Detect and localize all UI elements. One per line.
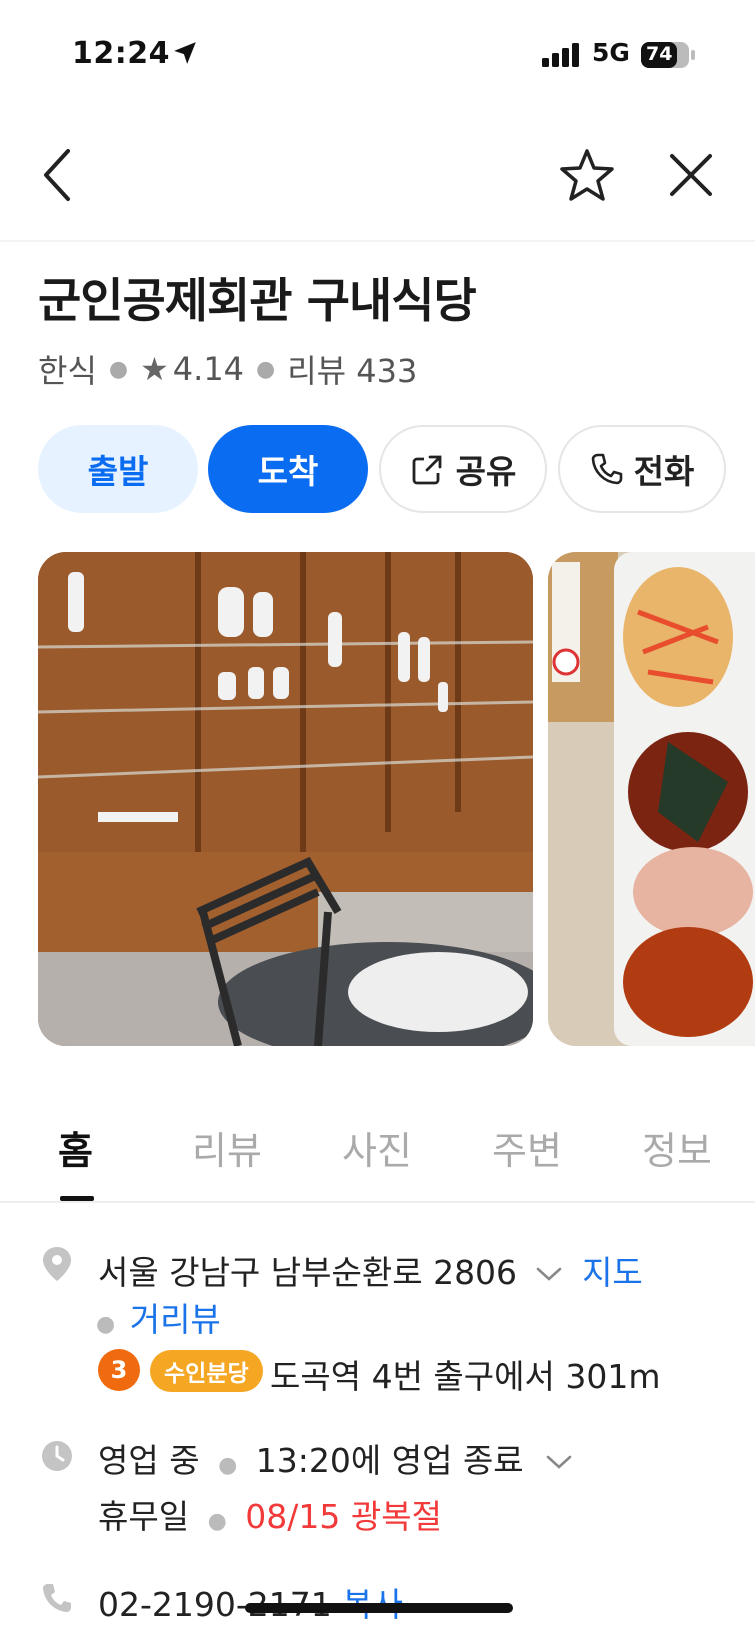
call-button[interactable]: 전화: [558, 425, 726, 513]
separator-dot: ●: [108, 356, 129, 382]
close-icon[interactable]: [666, 150, 716, 200]
map-link[interactable]: 지도: [582, 1253, 643, 1292]
subway-direction: 도곡역 4번 출구에서 301m: [270, 1357, 661, 1396]
tab-reviews[interactable]: 리뷰: [192, 1120, 262, 1175]
share-button[interactable]: 공유: [379, 425, 547, 513]
holiday-label: 휴무일: [98, 1497, 190, 1536]
food-photo-image: [548, 552, 755, 1046]
place-rating[interactable]: 4.14: [173, 350, 244, 388]
hours-close: 13:20에 영업 종료: [255, 1441, 524, 1480]
tab-divider: [0, 1201, 755, 1203]
tab-home[interactable]: 홈: [58, 1120, 93, 1175]
share-icon: [412, 455, 442, 485]
address-row: 서울 강남구 남부순환로 2806 지도: [98, 1246, 643, 1294]
hours-status: 영업 중: [98, 1441, 200, 1480]
phone-icon: [591, 453, 622, 485]
home-indicator[interactable]: [245, 1603, 513, 1613]
interior-photo-image: [38, 552, 533, 1046]
battery-indicator: 74: [640, 41, 695, 68]
header-divider: [0, 240, 755, 242]
clock-icon: [42, 1441, 72, 1471]
chevron-down-icon[interactable]: [534, 1264, 564, 1284]
share-label: 공유: [455, 452, 517, 491]
address-text: 서울 강남구 남부순환로 2806: [98, 1253, 518, 1292]
chevron-down-icon[interactable]: [544, 1452, 574, 1472]
arrive-button[interactable]: 도착: [208, 425, 368, 513]
street-view-link[interactable]: 거리뷰: [130, 1300, 221, 1339]
separator-dot: ●: [256, 356, 276, 382]
tab-nearby[interactable]: 주변: [492, 1120, 562, 1175]
tab-photos[interactable]: 사진: [342, 1120, 412, 1175]
back-chevron-icon[interactable]: [40, 145, 76, 205]
separator-dot: ●: [96, 1312, 116, 1337]
battery-level: 74: [646, 43, 673, 65]
phone-row: 02-2190-2171 복사: [98, 1578, 403, 1626]
place-meta: 한식 ● ★ 4.14 ● 리뷰 433: [38, 346, 417, 392]
status-time: 12:24: [72, 36, 170, 71]
depart-button[interactable]: 출발: [38, 425, 198, 513]
depart-label: 출발: [87, 452, 149, 491]
place-review-count[interactable]: 리뷰 433: [287, 346, 417, 392]
location-arrow-icon: [174, 42, 196, 64]
location-pin-icon: [43, 1247, 71, 1281]
separator-dot: ●: [207, 1509, 227, 1534]
rating-star-icon: ★: [140, 350, 169, 388]
place-photo-interior[interactable]: [38, 552, 533, 1046]
place-title: 군인공제회관 구내식당: [38, 274, 477, 329]
network-type: 5G: [592, 38, 630, 67]
holiday-row: 휴무일 ● 08/15 광복절: [98, 1490, 442, 1538]
place-photo-food[interactable]: [548, 552, 755, 1046]
holiday-value: 08/15 광복절: [245, 1497, 442, 1536]
subway-line-badge: 3: [98, 1349, 140, 1391]
cellular-signal-icon: [542, 43, 579, 67]
phone-icon: [43, 1584, 71, 1612]
arrive-label: 도착: [257, 452, 319, 491]
tab-info[interactable]: 정보: [642, 1120, 712, 1175]
star-favorite-icon[interactable]: [556, 146, 618, 206]
subway-line-name-badge: 수인분당: [150, 1350, 263, 1392]
call-label: 전화: [633, 452, 695, 491]
place-category: 한식: [38, 352, 97, 390]
hours-row[interactable]: 영업 중 ● 13:20에 영업 종료: [98, 1434, 574, 1482]
street-view-row: ● 거리뷰: [96, 1293, 221, 1341]
separator-dot: ●: [218, 1453, 238, 1478]
